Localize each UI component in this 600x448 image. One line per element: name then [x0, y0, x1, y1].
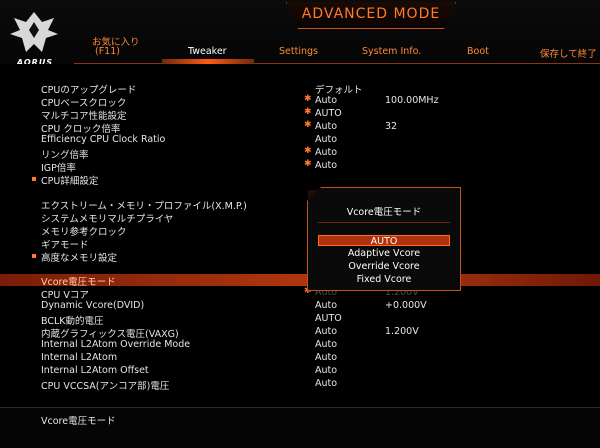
- setting-row[interactable]: CPU VCCSA(アンコア部)電圧 Auto: [0, 378, 600, 392]
- setting-current-value: 100.00MHz: [385, 95, 439, 106]
- popup-title: Vcore電圧モード: [346, 207, 422, 218]
- setting-label: マルチコア性能設定: [41, 111, 127, 122]
- setting-row[interactable]: Internal L2Atom Override Mode Auto: [0, 339, 600, 351]
- setting-label: BCLK動的電圧: [41, 316, 104, 327]
- status-text: Vcore電圧モード: [41, 416, 116, 427]
- tab-tweaker[interactable]: Tweaker: [188, 46, 227, 57]
- setting-row[interactable]: Dynamic Vcore(DVID) Auto +0.000V: [0, 300, 600, 312]
- setting-label: リング倍率: [41, 150, 89, 161]
- submenu-row[interactable]: 高度なメモリ設定: [0, 250, 600, 264]
- setting-row[interactable]: マルチコア性能設定 ✱ AUTO: [0, 107, 600, 122]
- setting-value[interactable]: Auto: [315, 326, 337, 337]
- submenu-bullet-icon: [32, 254, 36, 258]
- popup-divider: [318, 222, 450, 223]
- setting-value[interactable]: Auto: [315, 147, 337, 158]
- settings-panel: CPUのアップグレード デフォルト CPUベースクロック ✱ Auto 100.…: [0, 64, 600, 407]
- popup-option-override[interactable]: Override Vcore: [318, 261, 450, 272]
- setting-value[interactable]: Auto: [315, 378, 337, 389]
- setting-row[interactable]: CPUベースクロック ✱ Auto 100.00MHz: [0, 94, 600, 109]
- setting-label: 内蔵グラフィックス電圧(VAXG): [41, 329, 179, 340]
- tab-settings[interactable]: Settings: [279, 46, 318, 57]
- setting-row-selected[interactable]: Vcore電圧モード: [0, 274, 600, 288]
- setting-label: Efficiency CPU Clock Ratio: [41, 134, 166, 145]
- setting-value[interactable]: Auto: [315, 339, 337, 350]
- setting-label: CPUのアップグレード: [41, 85, 137, 96]
- setting-row[interactable]: BCLK動的電圧 AUTO: [0, 313, 600, 327]
- tab-favorites[interactable]: (F11): [95, 46, 120, 57]
- modified-star-icon: ✱: [304, 159, 312, 169]
- setting-value[interactable]: Auto: [315, 95, 337, 106]
- setting-label: Internal L2Atom: [41, 352, 118, 363]
- setting-value[interactable]: Auto: [315, 352, 337, 363]
- setting-label: CPUベースクロック: [41, 98, 127, 109]
- setting-value[interactable]: Auto: [315, 121, 337, 132]
- setting-label: CPU Vコア: [41, 290, 89, 301]
- setting-row[interactable]: CPUのアップグレード デフォルト: [0, 82, 600, 96]
- setting-row[interactable]: Internal L2Atom Auto: [0, 352, 600, 364]
- setting-label: ギアモード: [41, 240, 89, 251]
- setting-current-value: 1.200V: [385, 326, 419, 337]
- setting-label: IGP倍率: [41, 163, 76, 174]
- tab-save-exit[interactable]: 保存して終了: [540, 46, 597, 60]
- setting-value[interactable]: Auto: [315, 160, 337, 171]
- setting-label: Vcore電圧モード: [41, 277, 116, 288]
- setting-current-value: 32: [385, 121, 398, 132]
- setting-value[interactable]: デフォルト: [315, 82, 363, 96]
- mode-title[interactable]: ADVANCED MODE: [286, 6, 456, 22]
- setting-value[interactable]: AUTO: [315, 313, 342, 324]
- modified-star-icon: ✱: [304, 146, 312, 156]
- popup-option-auto[interactable]: AUTO: [318, 235, 450, 247]
- setting-value[interactable]: Auto: [315, 134, 337, 145]
- modified-star-icon: ✱: [304, 120, 312, 130]
- setting-row[interactable]: エクストリーム・メモリ・プロファイル(X.M.P.): [0, 198, 600, 212]
- setting-label: CPU クロック倍率: [41, 124, 121, 135]
- tab-system-info[interactable]: System Info.: [362, 46, 421, 57]
- setting-row[interactable]: ギアモード: [0, 237, 600, 251]
- setting-current-value: +0.000V: [385, 300, 427, 311]
- setting-label: CPU VCCSA(アンコア部)電圧: [41, 381, 170, 392]
- setting-label: Dynamic Vcore(DVID): [41, 300, 145, 311]
- modified-star-icon: ✱: [304, 94, 312, 104]
- setting-label: システムメモリマルチプライヤ: [41, 214, 174, 225]
- setting-value[interactable]: AUTO: [315, 108, 342, 119]
- submenu-label: 高度なメモリ設定: [41, 253, 118, 264]
- setting-row[interactable]: システムメモリマルチプライヤ: [0, 211, 600, 225]
- submenu-row[interactable]: CPU詳細設定: [0, 173, 600, 187]
- modified-star-icon: ✱: [304, 107, 312, 117]
- setting-row[interactable]: Internal L2Atom Offset Auto: [0, 365, 600, 377]
- setting-row[interactable]: IGP倍率 ✱ Auto: [0, 159, 600, 174]
- setting-row[interactable]: CPU Vコア ✱ Auto 1.200V: [0, 286, 600, 301]
- status-bar: Vcore電圧モード: [0, 407, 600, 448]
- setting-row[interactable]: CPU クロック倍率 ✱ Auto 32: [0, 120, 600, 135]
- setting-row[interactable]: リング倍率 ✱ Auto: [0, 146, 600, 161]
- setting-label: エクストリーム・メモリ・プロファイル(X.M.P.): [41, 201, 247, 212]
- setting-label: メモリ参考クロック: [41, 227, 127, 238]
- tab-boot[interactable]: Boot: [467, 46, 489, 57]
- setting-label: Internal L2Atom Offset: [41, 365, 149, 376]
- popup-option-adaptive[interactable]: Adaptive Vcore: [318, 248, 450, 259]
- submenu-label: CPU詳細設定: [41, 176, 99, 187]
- setting-label: Internal L2Atom Override Mode: [41, 339, 191, 350]
- setting-row[interactable]: Efficiency CPU Clock Ratio Auto: [0, 134, 600, 146]
- setting-value[interactable]: Auto: [315, 365, 337, 376]
- popup-option-fixed[interactable]: Fixed Vcore: [318, 274, 450, 285]
- submenu-bullet-icon: [32, 177, 36, 181]
- setting-row[interactable]: 内蔵グラフィックス電圧(VAXG) Auto 1.200V: [0, 326, 600, 340]
- setting-row[interactable]: メモリ参考クロック: [0, 224, 600, 238]
- setting-value[interactable]: Auto: [315, 300, 337, 311]
